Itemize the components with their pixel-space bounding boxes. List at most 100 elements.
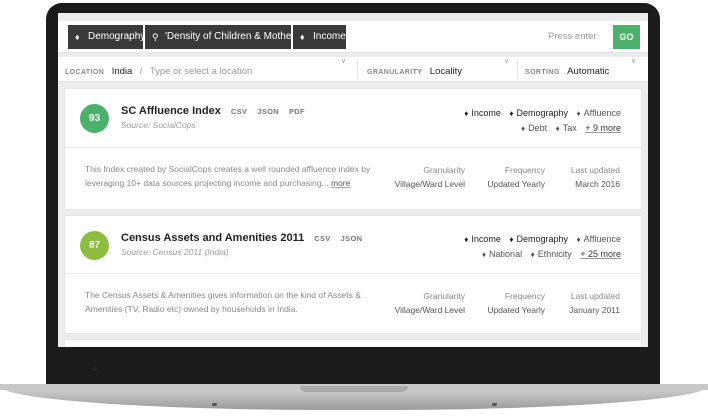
frequency-meta: Frequency Updated Yearly [487,289,545,317]
tag-affluence[interactable]: ♦ Affluence [577,234,621,244]
result-title-text[interactable]: SC Affluence Index [121,105,221,117]
description-text: The Census Assets & Amenities gives info… [85,290,361,314]
chevron-down-icon[interactable]: ∨ [504,57,509,65]
tag-affluence[interactable]: ♦ Affluence [577,108,621,118]
meta-label: Last updated [570,291,620,301]
location-input[interactable]: Type or select a location [150,66,252,77]
meta-value: Village/Ward Level [394,179,465,189]
format-json[interactable]: JSON [341,234,363,243]
result-title-text[interactable]: Census Assets and Amenities 2011 [121,232,304,244]
tag-icon: ♦ [464,235,469,244]
result-source: Source: Census 2011 (India) [121,247,229,257]
search-chip-demography[interactable]: ♦ Demography [68,25,145,49]
meta-value: Village/Ward Level [394,305,465,315]
tag-row: ♦ Income ♦ Demography ♦ Affluence [458,234,621,244]
meta-label: Granularity [423,165,465,175]
chip-label: 'Density of Children & Mothers' [165,31,302,42]
score-badge: 93 [80,104,109,133]
frequency-meta: Frequency Updated Yearly [487,163,545,191]
tag-icon: ♦ [509,235,514,244]
location-label: LOCATION [65,69,105,76]
format-csv[interactable]: CSV [314,234,330,243]
granularity-meta: Granularity Village/Ward Level [395,163,465,191]
laptop-foot [492,403,497,406]
tag-label: Demography [516,234,569,244]
location-value: India [111,66,133,77]
chevron-down-icon[interactable]: ∨ [631,57,636,65]
meta-value: Updated Yearly [487,179,545,189]
filter-row: LOCATION India / Type or select a locati… [58,57,648,82]
tag-icon: ♦ [530,250,535,259]
more-link[interactable]: more [331,178,350,188]
divider [65,273,641,274]
tag-icon: ♦ [464,109,469,118]
chevron-down-icon[interactable]: ∨ [341,57,346,65]
chip-label: Income [313,31,346,42]
tag-label: Income [471,108,501,118]
granularity-meta: Granularity Village/Ward Level [395,289,465,317]
format-pdf[interactable]: PDF [289,107,305,116]
tag-debt[interactable]: ♦ Debt [521,123,547,133]
tag-row: ♦ Income ♦ Demography ♦ Affluence [458,108,621,118]
tag-national[interactable]: ♦ National [482,249,522,259]
result-description: The Census Assets & Amenities gives info… [85,288,375,316]
format-json[interactable]: JSON [257,107,279,116]
camera-led [93,367,97,371]
granularity-value: Locality [429,66,463,77]
sorting-filter[interactable]: SORTING Automatic [525,57,609,82]
sorting-value: Automatic [567,66,610,77]
tag-income[interactable]: ♦ Income [464,108,501,118]
go-button[interactable]: GO [613,25,640,49]
result-card[interactable]: 93 SC Affluence Index CSV JSON PDF Sourc… [65,89,641,209]
result-source: Source: SocialCops [121,120,196,130]
score-badge: 87 [80,231,109,260]
search-icon: ⚲ [152,32,159,42]
press-enter-hint: Press enter [548,31,597,42]
tag-row: ♦ Debt ♦ Tax + 9 more [515,123,621,133]
tag-demography[interactable]: ♦ Demography [509,234,568,244]
granularity-label: GRANULARITY [367,69,423,76]
search-chip-income[interactable]: ♦ Income [293,25,346,49]
tag-label: Tax [562,123,577,133]
tag-icon: ♦ [509,109,514,118]
search-chip-query[interactable]: ⚲ 'Density of Children & Mothers' [145,25,302,49]
tag-label: Income [471,234,501,244]
last-updated-meta: Last updated January 2011 [569,289,620,317]
result-card[interactable] [65,340,641,347]
tag-income[interactable]: ♦ Income [464,234,501,244]
last-updated-meta: Last updated March 2016 [571,163,620,191]
tag-icon: ♦ [576,235,581,244]
laptop-foot [212,403,217,406]
tag-icon: ♦ [75,32,80,42]
meta-value: Updated Yearly [487,305,545,315]
location-separator: / [139,66,143,77]
divider [357,60,358,79]
tag-label: National [489,249,523,259]
tag-demography[interactable]: ♦ Demography [509,108,568,118]
meta-label: Last updated [570,165,620,175]
tag-icon: ♦ [481,250,487,259]
tag-tax[interactable]: ♦ Tax [556,123,577,133]
result-title[interactable]: Census Assets and Amenities 2011 CSV JSO… [121,232,362,244]
format-csv[interactable]: CSV [231,107,247,116]
laptop-notch [300,386,408,392]
tag-ethnicity[interactable]: ♦ Ethnicity [531,249,572,259]
tag-row: ♦ National ♦ Ethnicity + 25 more [476,249,621,259]
more-tags-link[interactable]: + 9 more [585,123,621,133]
tag-label: Ethnicity [537,249,572,259]
tag-icon: ♦ [520,124,526,133]
result-card[interactable]: 87 Census Assets and Amenities 2011 CSV … [65,216,641,333]
description-text: This Index created by SocialCops creates… [85,164,371,188]
granularity-filter[interactable]: GRANULARITY Locality [367,57,462,82]
result-title[interactable]: SC Affluence Index CSV JSON PDF [121,105,305,117]
laptop-chin [46,347,660,385]
more-tags-link[interactable]: + 25 more [580,249,621,259]
screen: ♦ Demography ⚲ 'Density of Children & Mo… [58,13,648,347]
tag-icon: ♦ [300,32,305,42]
meta-value: March 2016 [575,179,620,189]
tag-label: Demography [516,108,569,118]
location-filter[interactable]: LOCATION India / Type or select a locati… [65,57,252,82]
tag-label: Affluence [583,234,621,244]
meta-label: Frequency [504,291,545,301]
search-bar[interactable]: ♦ Demography ⚲ 'Density of Children & Mo… [58,21,648,53]
